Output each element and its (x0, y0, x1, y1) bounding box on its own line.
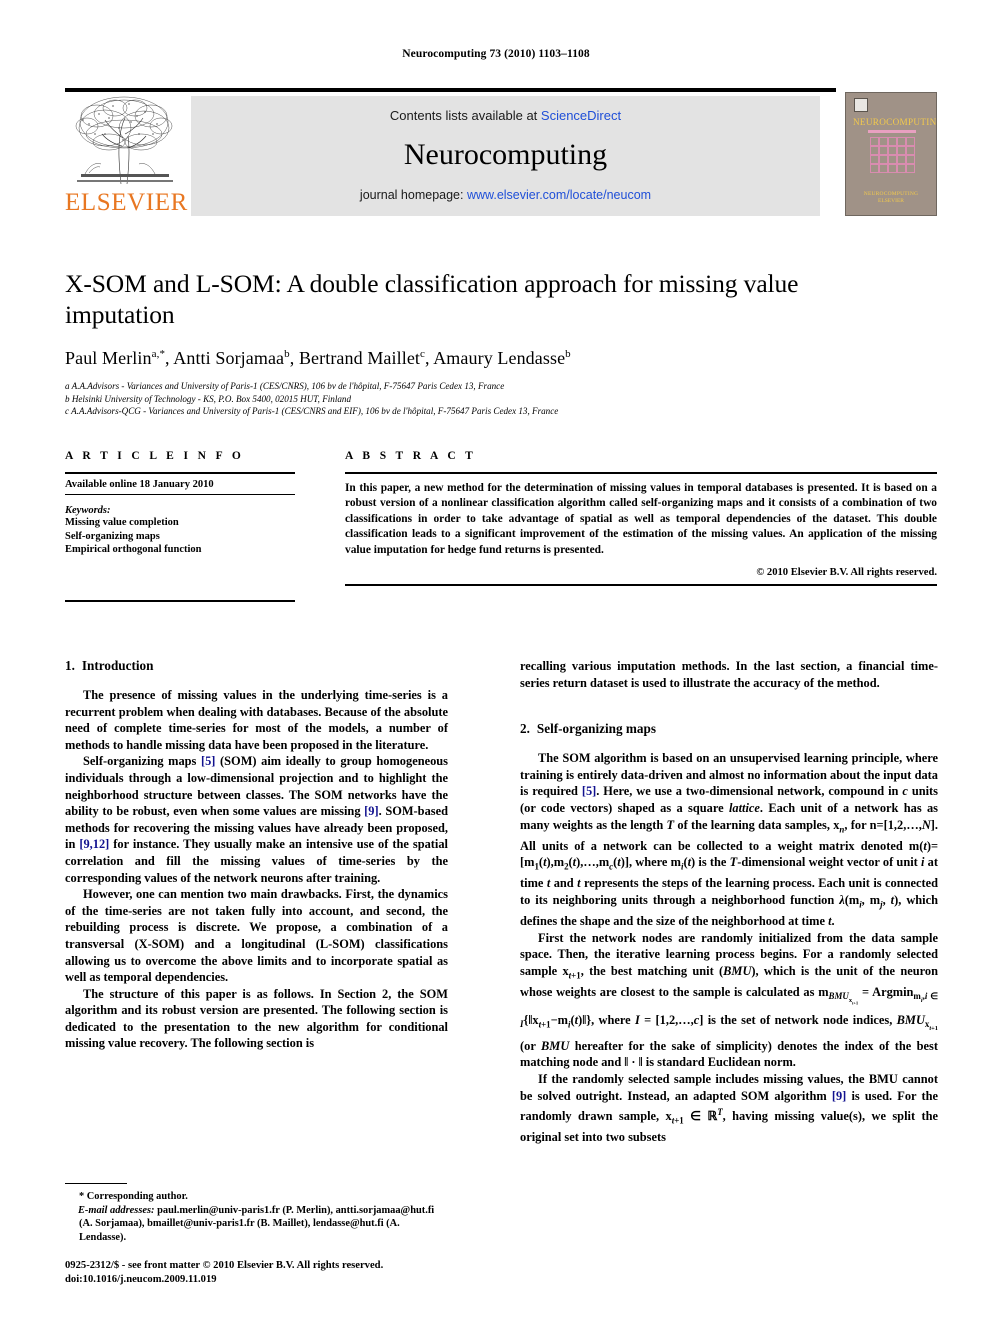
affiliation-item: b Helsinki University of Technology - KS… (65, 393, 352, 404)
elsevier-tree-icon (69, 94, 179, 190)
cover-grid-graphic (870, 137, 915, 173)
paragraph: The presence of missing values in the un… (65, 688, 448, 752)
footnote-block: * Corresponding author. E-mail addresses… (65, 1183, 448, 1244)
journal-homepage-link[interactable]: www.elsevier.com/locate/neucom (467, 188, 651, 202)
contents-prefix: Contents lists available at (389, 108, 541, 123)
elsevier-logo: ELSEVIER (65, 94, 188, 216)
text-run: for instance. They usually make an inten… (65, 837, 448, 885)
paragraph: First the network nodes are randomly ini… (520, 930, 938, 1070)
issn-line: 0925-2312/$ - see front matter © 2010 El… (65, 1260, 384, 1271)
abstract-text: In this paper, a new method for the dete… (345, 482, 937, 556)
citation-link[interactable]: [9] (832, 1089, 846, 1103)
abstract-rule-bottom (345, 584, 937, 586)
abstract-column: A B S T R A C T In this paper, a new met… (345, 450, 937, 586)
paragraph: The SOM algorithm is based on an unsuper… (520, 750, 938, 929)
citation-link[interactable]: [9] (364, 804, 378, 818)
doi-line: doi:10.1016/j.neucom.2009.11.019 (65, 1274, 217, 1285)
abstract-rule-top (345, 472, 937, 474)
abstract-heading: A B S T R A C T (345, 450, 477, 462)
cover-title: NEUROCOMPUTING (853, 117, 937, 127)
homepage-line: journal homepage: www.elsevier.com/locat… (191, 188, 820, 202)
cover-footer-line1: NEUROCOMPUTING (863, 191, 919, 197)
homepage-prefix: journal homepage: (359, 188, 467, 202)
paragraph: Self-organizing maps [5] (SOM) aim ideal… (65, 753, 448, 886)
section-title: Self-organizing maps (536, 721, 656, 737)
email-addresses-note: E-mail addresses: paul.merlin@univ-paris… (65, 1204, 448, 1244)
running-head: Neurocomputing 73 (2010) 1103–1108 (402, 48, 590, 60)
citation-link[interactable]: [5] (582, 784, 596, 798)
section-number: 1. (65, 658, 75, 673)
journal-title: Neurocomputing (403, 138, 608, 171)
affiliation-item: a A.A.Advisors - Variances and Universit… (65, 381, 505, 391)
masthead-rule (65, 88, 836, 92)
section-number: 2. (520, 721, 530, 737)
article-info-heading: A R T I C L E I N F O (65, 450, 245, 462)
contents-line: Contents lists available at ScienceDirec… (191, 108, 820, 123)
section-heading-introduction: 1. Introduction (65, 658, 448, 674)
text-run: Self-organizing maps (83, 754, 201, 769)
elsevier-wordmark: ELSEVIER (65, 189, 188, 216)
paragraph: However, one can mention two main drawba… (65, 887, 448, 985)
copyright-line: © 2010 Elsevier B.V. All rights reserved… (756, 567, 937, 579)
body-column-left: 1. Introduction The presence of missing v… (65, 658, 448, 1052)
keyword-item: Missing value completion (65, 517, 179, 528)
affiliation-item: c A.A.Advisors-QCG - Variances and Unive… (65, 406, 559, 416)
article-history: Available online 18 January 2010 (65, 479, 295, 495)
page-title: X-SOM and L-SOM: A double classification… (65, 269, 799, 329)
keywords-list: Missing value completion Self-organizing… (65, 516, 295, 557)
paper-page: Neurocomputing 73 (2010) 1103–1108 ELSEV… (0, 0, 992, 1323)
author-list: Paul Merlina,*, Antti Sorjamaab, Bertran… (65, 348, 571, 368)
keywords-label: Keywords: (65, 505, 111, 516)
issn-copyright-block: 0925-2312/$ - see front matter © 2010 El… (65, 1259, 485, 1287)
citation-link[interactable]: [9,12] (79, 837, 109, 851)
journal-masthead: ELSEVIER Contents lists available at Sci… (65, 88, 937, 216)
section-title: Introduction (81, 658, 154, 673)
footnote-rule (65, 1183, 127, 1185)
paragraph: recalling various imputation methods. In… (520, 659, 938, 690)
journal-cover-thumbnail: NEUROCOMPUTING NEUROCOMPUTING ELSEVIER (845, 92, 937, 216)
title-block: X-SOM and L-SOM: A double classification… (65, 268, 855, 418)
article-info-rule-bottom (65, 600, 295, 602)
body-column-right: recalling various imputation methods. In… (520, 658, 938, 1146)
article-info-rule-top (65, 472, 295, 474)
paragraph: If the randomly selected sample includes… (520, 1071, 938, 1146)
paragraph: The structure of this paper is as follow… (65, 986, 448, 1051)
sciencedirect-link[interactable]: ScienceDirect (541, 108, 621, 123)
section-heading-self-organizing-maps: 2. Self-organizing maps (520, 721, 938, 737)
corresponding-author-note: * Corresponding author. (79, 1191, 188, 1203)
affiliation-list: a A.A.Advisors - Variances and Universit… (65, 380, 855, 418)
citation-link[interactable]: [5] (201, 754, 215, 768)
article-info-column: A R T I C L E I N F O Available online 1… (65, 450, 295, 602)
cover-accent-bar (868, 130, 916, 133)
keyword-item: Empirical orthogonal function (65, 544, 202, 555)
cover-publisher-icon (854, 98, 868, 112)
email-label: E-mail addresses: (78, 1204, 155, 1216)
sciencedirect-banner: Contents lists available at ScienceDirec… (191, 96, 820, 216)
keyword-item: Self-organizing maps (65, 530, 160, 542)
cover-footer-line2: ELSEVIER (878, 198, 904, 204)
text-run: . Here, we use a two-dimensional network… (520, 784, 939, 928)
